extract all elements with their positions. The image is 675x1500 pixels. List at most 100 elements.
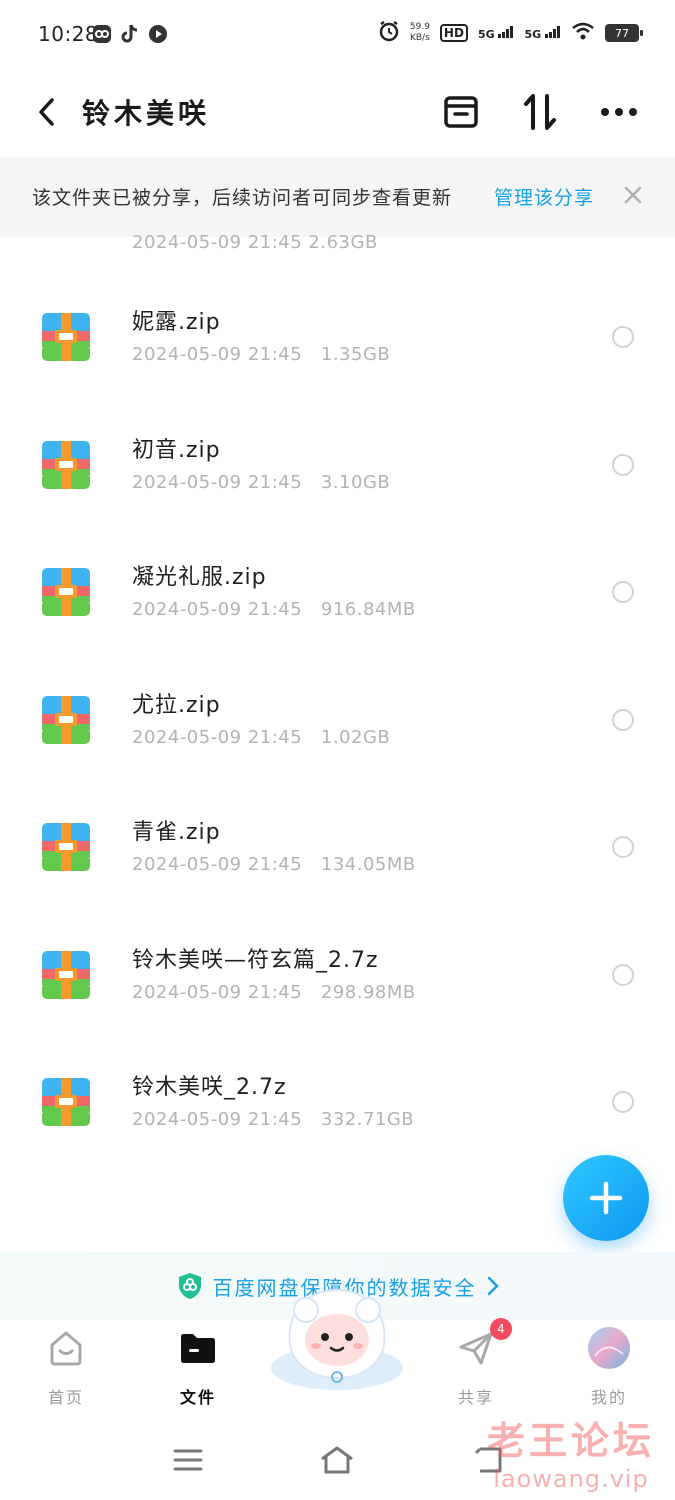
file-meta: 2024-05-09 21:45 1.35GB (132, 344, 390, 365)
zip-file-icon (42, 696, 90, 744)
status-right-group: 59.9 KB/s HD 5G 5G 77 (378, 20, 643, 46)
signal-label: 5G (477, 27, 495, 41)
baidu-netdisk-icon (92, 24, 112, 44)
zip-file-icon (42, 1078, 90, 1126)
tiktok-icon (120, 24, 140, 44)
archive-icon (444, 96, 478, 128)
more-button[interactable] (597, 90, 641, 134)
sort-button[interactable] (518, 90, 562, 134)
status-bar: 10:28 59.9 KB/s HD 5G 5G 77 (0, 0, 675, 70)
shield-icon (178, 1273, 201, 1299)
file-name: 初音.zip (132, 438, 221, 463)
hd-badge: HD (439, 24, 468, 42)
share-badge: 4 (490, 1318, 512, 1340)
back-button[interactable] (28, 92, 64, 132)
file-row[interactable]: 铃木美咲_2.7z 2024-05-09 21:45 332.71GB (0, 1041, 675, 1161)
file-row[interactable]: 妮露.zip 2024-05-09 21:45 1.35GB (0, 276, 675, 396)
watermark-en: laowang.vip (493, 1465, 649, 1493)
net-speed: 59.9 KB/s (410, 22, 430, 44)
file-meta: 2024-05-09 21:45 134.05MB (132, 854, 416, 875)
share-banner: 该文件夹已被分享，后续访问者可同步查看更新 管理该分享 (0, 157, 675, 237)
manage-share-link[interactable]: 管理该分享 (494, 183, 594, 210)
file-meta: 2024-05-09 21:45 3.10GB (132, 472, 390, 493)
battery-indicator: 77 (605, 24, 643, 42)
file-date: 2024-05-09 21:45 (132, 854, 303, 875)
banner-close-button[interactable] (619, 181, 647, 209)
nav-mine-label: 我的 (590, 1388, 627, 1407)
home-outline-icon (321, 1446, 353, 1474)
plus-icon (589, 1181, 623, 1215)
file-name: 妮露.zip (132, 310, 221, 335)
file-meta: 2024-05-09 21:45 916.84MB (132, 599, 416, 620)
file-size: 916.84MB (320, 599, 416, 620)
nav-home-label: 首页 (47, 1388, 84, 1407)
select-radio[interactable] (612, 964, 634, 986)
nav-home[interactable]: 首页 (21, 1326, 111, 1416)
file-meta: 2024-05-09 21:45 1.02GB (132, 727, 390, 748)
select-radio[interactable] (612, 836, 634, 858)
file-size: 134.05MB (320, 854, 416, 875)
file-row[interactable]: 初音.zip 2024-05-09 21:45 3.10GB (0, 404, 675, 524)
home-icon (44, 1326, 88, 1370)
sort-icon (524, 94, 556, 130)
file-row[interactable]: 凝光礼服.zip 2024-05-09 21:45 916.84MB (0, 531, 675, 651)
chevron-right-icon (487, 1276, 499, 1296)
mascot-assistant-button[interactable] (268, 1282, 406, 1394)
select-radio[interactable] (612, 454, 634, 476)
nav-mine[interactable]: 我的 (564, 1326, 654, 1416)
file-row[interactable]: 铃木美咲—符玄篇_2.7z 2024-05-09 21:45 298.98MB (0, 914, 675, 1034)
file-size: 3.10GB (320, 472, 391, 493)
file-size: 332.71GB (320, 1109, 415, 1130)
file-date: 2024-05-09 21:45 (132, 344, 303, 365)
zip-file-icon (42, 568, 90, 616)
zip-file-icon (42, 951, 90, 999)
close-icon (624, 186, 642, 204)
zip-file-icon (42, 823, 90, 871)
signal-5g-1: 5G (477, 25, 515, 41)
zip-file-icon (42, 313, 90, 361)
file-size: 1.02GB (320, 727, 391, 748)
play-icon (148, 24, 168, 44)
watermark: 老王论坛 laowang.vip (487, 1410, 655, 1493)
nav-share-label: 共享 (457, 1388, 494, 1407)
select-radio[interactable] (612, 581, 634, 603)
file-date: 2024-05-09 21:45 (132, 1109, 303, 1130)
more-icon (601, 108, 637, 116)
file-date: 2024-05-09 21:45 (132, 472, 303, 493)
nav-share[interactable]: 4 共享 (431, 1318, 521, 1416)
watermark-cn: 老王论坛 (486, 1419, 655, 1463)
nav-files[interactable]: 文件 (153, 1326, 243, 1416)
file-row[interactable]: 尤拉.zip 2024-05-09 21:45 1.02GB (0, 659, 675, 779)
status-time: 10:28 (38, 22, 99, 46)
select-radio[interactable] (612, 1091, 634, 1113)
file-meta: 2024-05-09 21:45 298.98MB (132, 982, 416, 1003)
menu-icon (173, 1449, 203, 1471)
folder-icon (176, 1326, 220, 1370)
avatar (587, 1326, 631, 1370)
file-name: 铃木美咲_2.7z (132, 1075, 287, 1100)
signal-5g-2: 5G (524, 25, 561, 41)
archive-button[interactable] (439, 90, 483, 134)
add-button[interactable] (563, 1155, 649, 1241)
file-name: 凝光礼服.zip (132, 565, 267, 590)
net-speed-value: 59.9 (409, 22, 430, 32)
file-size: 298.98MB (320, 982, 416, 1003)
select-radio[interactable] (612, 709, 634, 731)
signal-label: 5G (524, 27, 542, 41)
select-radio[interactable] (612, 326, 634, 348)
file-name: 尤拉.zip (132, 693, 221, 718)
send-icon: 4 (454, 1318, 512, 1370)
header-bar: 铃木美咲 (0, 70, 675, 156)
file-date: 2024-05-09 21:45 (132, 727, 303, 748)
file-meta: 2024-05-09 21:45 332.71GB (132, 1109, 414, 1130)
chevron-left-icon (39, 98, 54, 126)
file-date: 2024-05-09 21:45 (132, 599, 303, 620)
alarm-icon (378, 20, 400, 46)
recent-apps-button[interactable] (168, 1440, 208, 1480)
file-row[interactable]: 青雀.zip 2024-05-09 21:45 134.05MB (0, 786, 675, 906)
wifi-icon (571, 22, 595, 44)
file-size: 1.35GB (320, 344, 391, 365)
mascot-icon (271, 1288, 403, 1390)
partial-row-meta: 2024-05-09 21:45 2.63GB (132, 232, 378, 253)
home-system-button[interactable] (317, 1440, 357, 1480)
